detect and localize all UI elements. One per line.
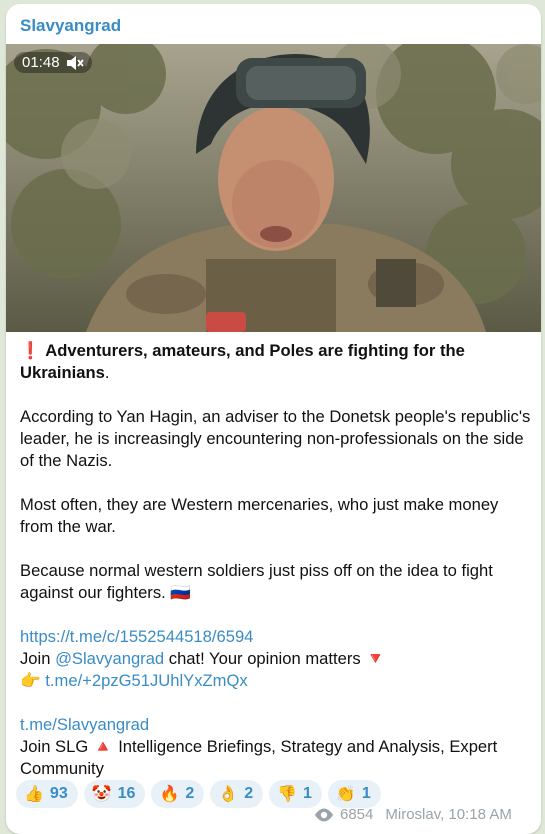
pointing-hand-icon: 👉 (20, 671, 41, 690)
paragraph-3: Because normal western soldiers just pis… (20, 560, 532, 604)
clown-face-icon: 🤡 (91, 786, 112, 803)
message-bubble: Slavyangrad 01:48 ❗ Adventurers, amateur… (6, 4, 541, 834)
message-text: ❗ Adventurers, amateurs, and Poles are f… (20, 340, 532, 780)
join-prefix: Join (20, 649, 56, 668)
reaction-clapping[interactable]: 👏 1 (327, 780, 381, 808)
thumbs-up-icon: 👍 (24, 786, 44, 803)
slg-text: Intelligence Briefings, Strategy and Ana… (20, 737, 498, 778)
video-frame (6, 44, 541, 332)
reaction-count: 16 (117, 785, 136, 802)
reaction-thumbs-down[interactable]: 👎 1 (269, 780, 322, 808)
invite-line: 👉 t.me/+2pzG51JUhlYxZmQx (20, 670, 532, 692)
mention-link[interactable]: @Slavyangrad (55, 649, 164, 668)
russia-flag-icon: 🇷🇺 (170, 583, 192, 602)
eye-icon (315, 808, 333, 821)
channel-link-line: t.me/Slavyangrad (20, 714, 532, 736)
ok-hand-icon: 👌 (218, 786, 239, 803)
reaction-count: 2 (244, 785, 254, 802)
headline-bold: Adventurers, amateurs, and Poles are fig… (20, 341, 465, 382)
headline-end: . (104, 363, 110, 382)
join-chat-line: Join @Slavyangrad chat! Your opinion mat… (20, 648, 532, 670)
reaction-fire[interactable]: 🔥 2 (151, 780, 205, 808)
paragraph-3-text: Because normal western soldiers just pis… (20, 561, 493, 602)
invite-link[interactable]: t.me/+2pzG51JUhlYxZmQx (45, 671, 247, 690)
author-time: Miroslav, 10:18 AM (385, 806, 512, 823)
message-link: https://t.me/c/1552544518/6594 (20, 626, 532, 648)
join-suffix: chat! Your opinion matters (164, 649, 361, 668)
channel-link[interactable]: t.me/Slavyangrad (20, 715, 149, 734)
headline: ❗ Adventurers, amateurs, and Poles are f… (20, 340, 532, 384)
reaction-count: 1 (361, 785, 371, 802)
reaction-ok-hand[interactable]: 👌 2 (210, 780, 264, 808)
reaction-clown[interactable]: 🤡 16 (83, 780, 146, 808)
red-down-triangle-icon: 🔻 (365, 649, 386, 668)
slg-line: Join SLG 🔺 Intelligence Briefings, Strat… (20, 736, 532, 780)
video-duration-badge: 01:48 (14, 52, 92, 73)
fire-icon: 🔥 (159, 786, 180, 803)
paragraph-1: According to Yan Hagin, an adviser to th… (20, 407, 531, 470)
reaction-count: 2 (185, 785, 195, 802)
post-link[interactable]: https://t.me/c/1552544518/6594 (20, 627, 253, 646)
reaction-thumbs-up[interactable]: 👍 93 (16, 780, 78, 808)
channel-name[interactable]: Slavyangrad (20, 16, 121, 36)
video-player[interactable]: 01:48 (6, 44, 541, 332)
muted-speaker-icon[interactable] (66, 55, 84, 71)
reaction-count: 93 (49, 785, 68, 802)
slg-prefix: Join SLG (20, 737, 89, 756)
duration-label: 01:48 (22, 54, 60, 71)
reaction-count: 1 (303, 785, 312, 802)
thumbs-down-icon: 👎 (277, 786, 298, 803)
clapping-hands-icon: 👏 (335, 786, 356, 803)
reactions-bar: 👍 93 🤡 16 🔥 2 👌 2 👎 1 👏 1 (16, 780, 381, 808)
red-up-triangle-icon: 🔺 (92, 737, 114, 756)
message-meta: 6854 Miroslav, 10:18 AM (314, 806, 512, 823)
paragraph-2: Most often, they are Western mercenaries… (20, 495, 499, 536)
exclamation-icon: ❗ (20, 341, 41, 360)
views-count: 6854 (340, 806, 374, 823)
